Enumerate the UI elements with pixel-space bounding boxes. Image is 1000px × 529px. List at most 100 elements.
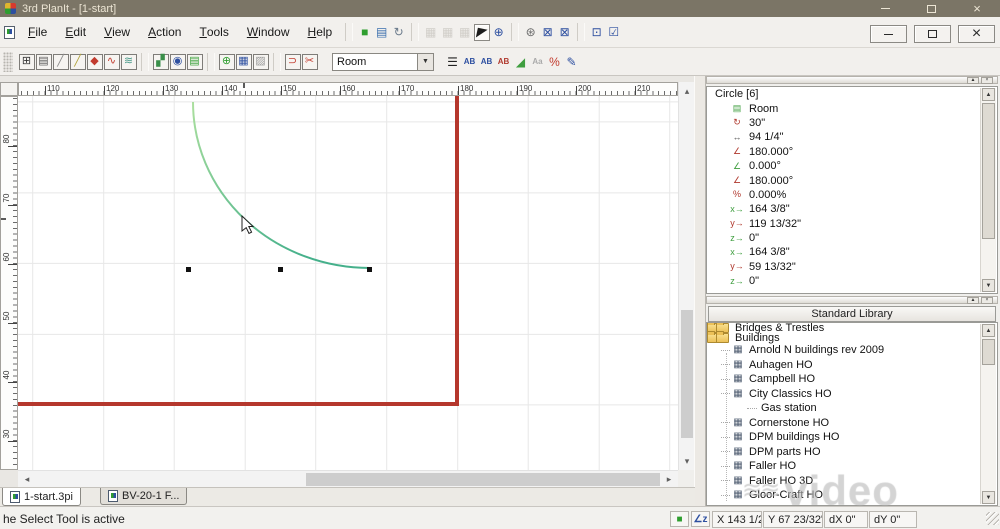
table-icon[interactable]: ▦ — [235, 53, 252, 70]
menu-action[interactable]: Action — [139, 17, 190, 47]
selection-handle[interactable] — [367, 267, 372, 272]
scroll-down-icon[interactable]: ▼ — [982, 279, 995, 292]
layer-ab-1-icon[interactable]: AB — [462, 53, 478, 70]
collapse-icon[interactable]: ▲ — [967, 297, 979, 304]
menu-edit[interactable]: Edit — [56, 17, 95, 47]
ties-icon[interactable]: ▤ — [35, 53, 52, 70]
property-row[interactable]: z→ 0" — [707, 274, 997, 288]
toolbar-grip[interactable] — [3, 51, 13, 72]
property-row[interactable]: z→ 0" — [707, 231, 997, 245]
zoom-extents-icon[interactable]: ⊠ — [540, 24, 556, 41]
scroll-up-icon[interactable]: ▲ — [982, 88, 995, 101]
train-consist-icon[interactable]: ▦ — [457, 24, 473, 41]
select-tool-icon[interactable]: ◤ — [473, 23, 490, 41]
library-splitter-bar[interactable]: ▲ × — [706, 296, 998, 304]
chevron-down-icon[interactable]: ▼ — [417, 53, 433, 70]
library-item[interactable]: ▦ Faller HO — [707, 459, 997, 474]
mdi-minimize-button[interactable] — [870, 25, 907, 43]
layer-combobox[interactable]: Room ▼ — [332, 52, 434, 71]
selected-circle-curve[interactable] — [18, 96, 678, 470]
properties-splitter-bar[interactable]: ▲ × — [706, 76, 998, 84]
panel-splitter[interactable] — [694, 76, 706, 506]
checklist-icon[interactable]: ☑ — [606, 24, 622, 41]
layer-list-icon[interactable]: ☰ — [445, 53, 461, 70]
close-pane-icon[interactable]: × — [981, 297, 993, 304]
window-view-icon[interactable]: ⊡ — [589, 24, 605, 41]
property-row[interactable]: y→ 119 13/32" — [707, 217, 997, 231]
library-header-button[interactable]: Standard Library — [708, 306, 996, 322]
z-axis-toggle-button[interactable]: ∠z — [691, 511, 710, 527]
library-scrollbar[interactable]: ▲ ▼ — [980, 324, 996, 504]
scroll-left-icon[interactable]: ◂ — [20, 471, 34, 488]
scroll-up-icon[interactable]: ▲ — [982, 324, 995, 337]
scroll-thumb[interactable] — [982, 339, 995, 365]
library-item[interactable]: ▦ Auhagen HO — [707, 358, 997, 373]
flex-track-icon[interactable]: ∿ — [103, 53, 120, 70]
layout-canvas[interactable] — [18, 96, 678, 470]
library-item[interactable]: ▦ Cornerstone HO — [707, 416, 997, 431]
menu-help[interactable]: Help — [299, 17, 342, 47]
background-image-icon[interactable]: ▨ — [252, 53, 269, 70]
property-row[interactable]: x→ 164 3/8" — [707, 202, 997, 216]
library-item[interactable]: ▦ Gloor-Craft HO — [707, 488, 997, 503]
library-item[interactable]: ▦ Faller HO 3D — [707, 474, 997, 489]
library-item[interactable]: Buildings — [707, 331, 780, 344]
menu-tools[interactable]: Tools — [190, 17, 237, 47]
track-tool-icon[interactable]: ╱ — [69, 53, 86, 70]
properties-scrollbar[interactable]: ▲ ▼ — [980, 88, 996, 292]
property-row[interactable]: ↻ 30" — [707, 116, 997, 130]
textures-icon[interactable]: ▤ — [374, 24, 390, 41]
tab-1-start-3pi[interactable]: 1-start.3pi — [2, 488, 81, 506]
property-row[interactable]: y→ 59 13/32" — [707, 260, 997, 274]
layer-ab-2-icon[interactable]: AB — [479, 53, 495, 70]
menu-file[interactable]: File — [19, 17, 56, 47]
scroll-down-icon[interactable]: ▼ — [982, 491, 995, 504]
easement-icon[interactable]: ≋ — [120, 53, 137, 70]
horizontal-scroll-thumb[interactable] — [306, 473, 660, 486]
property-row[interactable]: ↔ 94 1/4" — [707, 130, 997, 144]
scroll-right-icon[interactable]: ▸ — [662, 471, 676, 488]
vertical-scroll-thumb[interactable] — [681, 310, 693, 438]
canvas-vertical-scrollbar[interactable]: ▴ ▾ — [678, 82, 695, 470]
scenery-icon[interactable]: ⊕ — [218, 53, 235, 70]
property-row[interactable]: ∠ 0.000° — [707, 159, 997, 173]
text-style-icon[interactable]: Aa — [530, 53, 546, 70]
scroll-down-icon[interactable]: ▾ — [679, 454, 695, 468]
layer-ab-3-icon[interactable]: AB — [496, 53, 512, 70]
property-row[interactable]: % 0.000% — [707, 188, 997, 202]
view-3d-toggle-button[interactable]: ■ — [670, 511, 689, 527]
library-item[interactable]: Gas station — [707, 401, 997, 416]
close-pane-icon[interactable]: × — [981, 77, 993, 84]
menu-view[interactable]: View — [95, 17, 139, 47]
property-row[interactable]: ∠ 180.000° — [707, 173, 997, 187]
terrain-icon[interactable]: ▞ — [152, 53, 169, 70]
property-row[interactable]: ▤ Room — [707, 101, 997, 115]
selection-handle[interactable] — [278, 267, 283, 272]
layers-stack-icon[interactable]: ▤ — [186, 53, 203, 70]
property-row[interactable]: ∠ 180.000° — [707, 145, 997, 159]
library-item[interactable]: ▦ Campbell HO — [707, 372, 997, 387]
line-tool-icon[interactable]: ╱ — [52, 53, 69, 70]
helix-icon[interactable]: ◉ — [169, 53, 186, 70]
selection-handle[interactable] — [186, 267, 191, 272]
library-item[interactable]: ▦ City Classics HO — [707, 387, 997, 402]
train-throttle-icon[interactable]: ▦ — [440, 24, 456, 41]
curve-tool-icon[interactable]: ⊃ — [284, 53, 301, 70]
run-trains-icon[interactable]: ▦ — [423, 24, 439, 41]
scroll-up-icon[interactable]: ▴ — [679, 84, 695, 98]
minimize-button[interactable] — [862, 0, 908, 17]
grade-view-icon[interactable]: ◢ — [513, 53, 529, 70]
grade-percent-icon[interactable]: % — [547, 53, 563, 70]
switch-tool-icon[interactable]: ◆ — [86, 53, 103, 70]
close-button[interactable]: × — [954, 0, 1000, 17]
refresh-icon[interactable]: ↻ — [391, 24, 407, 41]
grid-snap-icon[interactable]: ⊞ — [18, 53, 35, 70]
mdi-close-button[interactable]: × — [958, 25, 995, 43]
library-item[interactable]: ▦ DPM buildings HO — [707, 430, 997, 445]
part-tool-icon[interactable]: ⊛ — [523, 24, 539, 41]
tab-bv-20-1-f-[interactable]: BV-20-1 F... — [100, 488, 188, 505]
library-item[interactable]: ▦ Arnold N buildings rev 2009 — [707, 343, 997, 358]
property-row[interactable]: x→ 164 3/8" — [707, 245, 997, 259]
collapse-icon[interactable]: ▲ — [967, 77, 979, 84]
library-item[interactable]: ▦ DPM parts HO — [707, 445, 997, 460]
